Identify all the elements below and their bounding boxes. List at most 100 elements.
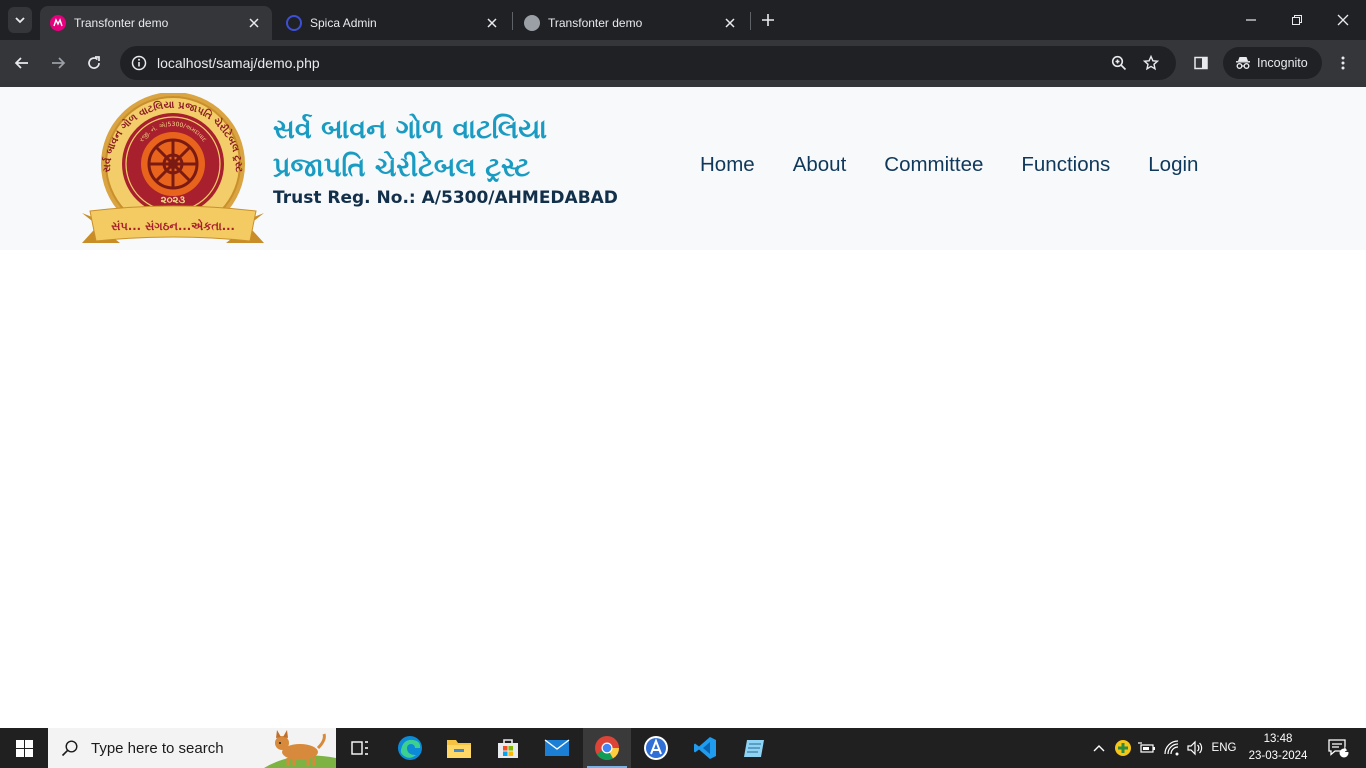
- tab-title: Transfonter demo: [74, 16, 169, 30]
- taskbar-file-explorer[interactable]: [435, 728, 483, 768]
- search-placeholder: Type here to search: [91, 739, 224, 757]
- zoom-button[interactable]: [1103, 46, 1135, 80]
- security-shield-icon: [1115, 740, 1131, 756]
- restore-icon: [1292, 15, 1302, 25]
- chevron-down-icon: [15, 17, 25, 24]
- search-highlight-dog-icon: [264, 730, 336, 768]
- spica-favicon-icon: [286, 15, 302, 31]
- tab-separator: [512, 12, 513, 30]
- info-icon: [131, 55, 147, 71]
- battery-icon: [1138, 742, 1155, 753]
- site-info-button[interactable]: [122, 46, 156, 80]
- side-panel-icon: [1194, 56, 1208, 70]
- notepad-icon: [744, 740, 764, 757]
- windows-logo-icon: [15, 739, 33, 757]
- tab-transfonter-1[interactable]: Transfonter demo: [40, 6, 272, 40]
- url-text[interactable]: localhost/samaj/demo.php: [157, 55, 320, 71]
- bookmark-button[interactable]: [1135, 46, 1167, 80]
- page-content-area: [0, 250, 1366, 728]
- windows-taskbar: Type here to search ENG 13:48 23-03-2024…: [0, 728, 1366, 768]
- browser-toolbar: localhost/samaj/demo.php Incognito: [0, 40, 1366, 87]
- network-status[interactable]: [1160, 728, 1184, 768]
- chrome-icon: [595, 736, 619, 761]
- incognito-indicator[interactable]: Incognito: [1223, 47, 1322, 79]
- edge-icon: [398, 736, 422, 760]
- close-tab-icon[interactable]: [484, 15, 500, 31]
- trust-name: સર્વ બાવન ગોળ વાટલિયા પ્રજાપતિ ચેરીટેબલ …: [273, 111, 547, 187]
- zoom-icon: [1111, 55, 1127, 71]
- mail-icon: [544, 739, 570, 756]
- trust-logo[interactable]: સર્વ બાવન ગોળ વાટલિયા પ્રજાપતિ ચેરીટેબલ …: [80, 92, 266, 245]
- trust-registration-number: Trust Reg. No.: A/5300/AHMEDABAD: [273, 188, 618, 208]
- plus-icon: [762, 14, 774, 26]
- vscode-icon: [694, 737, 716, 759]
- restore-button[interactable]: [1274, 0, 1320, 40]
- taskbar-vscode[interactable]: [681, 728, 729, 768]
- close-tab-icon[interactable]: [722, 15, 738, 31]
- taskbar-task-view[interactable]: [336, 728, 384, 768]
- taskbar-notepad[interactable]: [730, 728, 778, 768]
- chevron-up-icon: [1093, 745, 1105, 752]
- tab-spica-admin[interactable]: Spica Admin: [276, 6, 510, 40]
- tray-app-icon[interactable]: [1112, 728, 1134, 768]
- taskbar-edge[interactable]: [386, 728, 434, 768]
- seal-year: ૨૦૨૩: [161, 195, 186, 206]
- task-view-icon: [351, 741, 368, 755]
- trust-seal-icon: સર્વ બાવન ગોળ વાટલિયા પ્રજાપતિ ચેરીટેબલ …: [82, 92, 264, 243]
- globe-icon: [524, 15, 540, 31]
- browser-tab-strip: Transfonter demo Spica Admin Transfonter…: [0, 0, 1366, 40]
- more-vertical-icon: [1341, 56, 1345, 70]
- volume-control[interactable]: [1184, 728, 1206, 768]
- back-button[interactable]: [7, 48, 37, 78]
- taskbar-chrome[interactable]: [583, 728, 631, 768]
- nav-committee[interactable]: Committee: [884, 153, 983, 177]
- tab-title: Spica Admin: [310, 16, 377, 30]
- speaker-icon: [1187, 740, 1203, 756]
- close-tab-icon[interactable]: [246, 15, 262, 31]
- nav-login[interactable]: Login: [1148, 153, 1198, 177]
- notification-count-badge: 1: [1344, 744, 1350, 754]
- clock-date: 23-03-2024: [1248, 750, 1308, 762]
- taskbar-clock[interactable]: 13:48 23-03-2024: [1244, 731, 1312, 765]
- start-button[interactable]: [0, 728, 48, 768]
- taskbar-app-a[interactable]: [632, 728, 680, 768]
- show-hidden-icons-button[interactable]: [1090, 728, 1108, 768]
- taskbar-mail[interactable]: [533, 728, 581, 768]
- wifi-icon: [1164, 740, 1179, 756]
- tab-title: Transfonter demo: [548, 16, 643, 30]
- tab-search-button[interactable]: [8, 7, 32, 33]
- arrow-left-icon: [14, 57, 28, 69]
- incognito-label: Incognito: [1257, 56, 1308, 70]
- trust-name-line-2: પ્રજાપતિ ચેરીટેબલ ટ્રસ્ટ: [273, 152, 531, 183]
- notification-center-button[interactable]: 1: [1320, 728, 1356, 768]
- seal-ribbon-text: સંપ... સંગઠન...એકતા...: [111, 218, 235, 233]
- trust-name-line-1: સર્વ બાવન ગોળ વાટલિયા: [273, 114, 548, 145]
- menu-button[interactable]: [1328, 48, 1358, 78]
- nav-about[interactable]: About: [793, 153, 847, 177]
- input-language[interactable]: ENG: [1208, 728, 1240, 768]
- folder-icon: [447, 740, 471, 758]
- address-bar[interactable]: localhost/samaj/demo.php: [120, 46, 1176, 80]
- search-icon: [61, 740, 78, 757]
- side-panel-button[interactable]: [1186, 48, 1216, 78]
- battery-status[interactable]: [1136, 728, 1158, 768]
- taskbar-store[interactable]: [484, 728, 532, 768]
- clock-time: 13:48: [1263, 733, 1293, 745]
- close-icon: [1337, 14, 1349, 26]
- app-a-icon: [644, 736, 668, 760]
- star-icon: [1143, 55, 1159, 71]
- tab-transfonter-2[interactable]: Transfonter demo: [514, 6, 748, 40]
- taskbar-search-box[interactable]: Type here to search: [48, 728, 336, 768]
- store-icon: [498, 739, 518, 758]
- minimize-icon: [1246, 19, 1256, 21]
- site-header: સર્વ બાવન ગોળ વાટલિયા પ્રજાપતિ ચેરીટેબલ …: [0, 87, 1366, 250]
- main-navigation: Home About Committee Functions Login: [700, 153, 1198, 177]
- new-tab-button[interactable]: [756, 8, 780, 32]
- reload-button[interactable]: [79, 48, 109, 78]
- close-window-button[interactable]: [1320, 0, 1366, 40]
- nav-home[interactable]: Home: [700, 153, 755, 177]
- minimize-button[interactable]: [1228, 0, 1274, 40]
- reload-icon: [88, 56, 100, 69]
- nav-functions[interactable]: Functions: [1021, 153, 1110, 177]
- forward-button[interactable]: [43, 48, 73, 78]
